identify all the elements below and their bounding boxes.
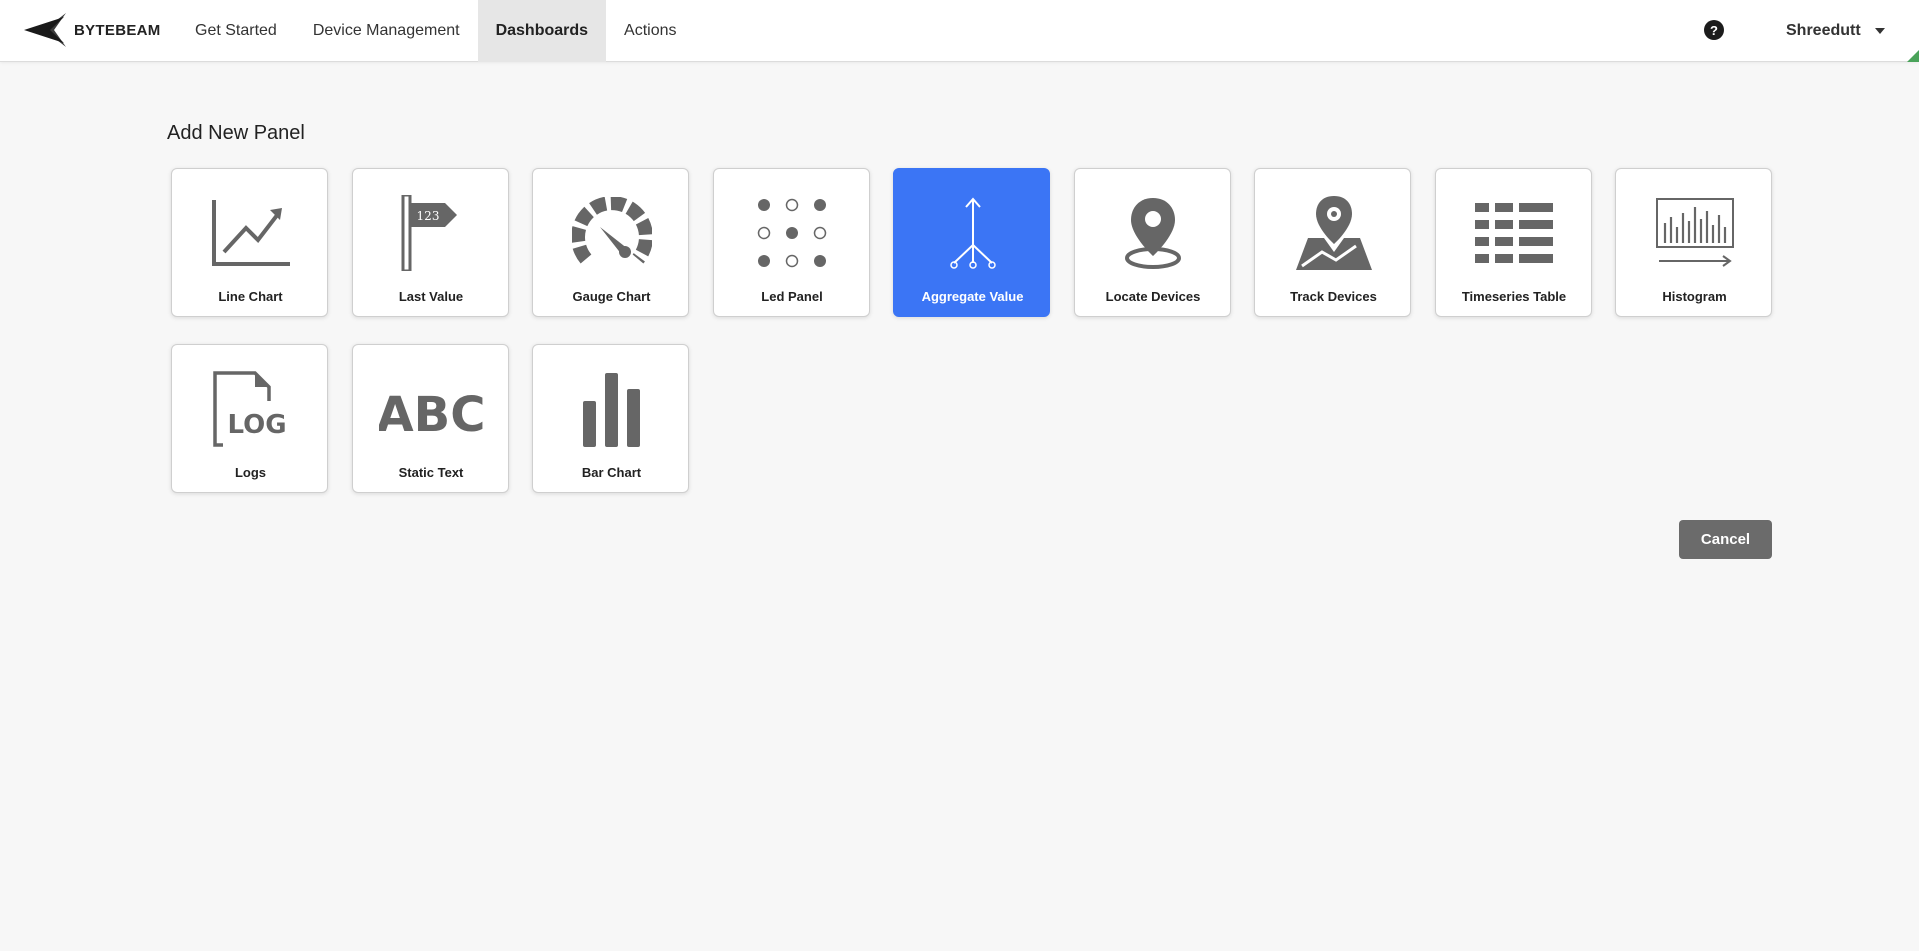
panel-card-histogram[interactable]: Histogram (1615, 168, 1772, 317)
panel-card-timeseries-table[interactable]: Timeseries Table (1434, 168, 1592, 317)
panel-label: Led Panel (761, 289, 823, 304)
user-name: Shreedutt (1786, 22, 1861, 39)
histogram-icon (1655, 198, 1734, 267)
top-navbar: BYTEBEAM Get Started Device Management D… (0, 0, 1919, 62)
map-route-icon (1295, 196, 1372, 270)
abc-text: ABC (379, 387, 483, 439)
user-menu[interactable]: Shreedutt (1786, 0, 1885, 62)
abc-text-icon: ABC (379, 387, 483, 439)
nav-get-started[interactable]: Get Started (177, 0, 295, 62)
brand-logo[interactable]: BYTEBEAM (24, 12, 161, 48)
panel-card-gauge-chart[interactable]: Gauge Chart (532, 168, 689, 317)
panel-label: Locate Devices (1105, 289, 1201, 304)
panel-card-line-chart[interactable]: Line Chart (171, 168, 328, 317)
panel-card-static-text[interactable]: ABC Static Text (351, 344, 509, 493)
help-glyph: ? (1710, 22, 1718, 38)
panel-label: Line Chart (218, 289, 283, 304)
cancel-button[interactable]: Cancel (1679, 520, 1772, 559)
main-nav: Get Started Device Management Dashboards… (177, 0, 695, 62)
panel-label: Static Text (398, 465, 464, 480)
flag-123-icon: 123 (401, 195, 457, 271)
question-circle-icon[interactable]: ? (1704, 20, 1724, 40)
panel-label: Aggregate Value (921, 289, 1024, 304)
map-pin-icon (1125, 198, 1181, 269)
panel-label: Timeseries Table (1461, 289, 1567, 304)
panel-label: Track Devices (1290, 289, 1377, 304)
log-text: LOG (227, 410, 286, 440)
table-icon (1475, 203, 1553, 263)
corner-accent (1907, 50, 1919, 62)
caret-down-icon (1874, 28, 1885, 34)
panel-card-track-devices[interactable]: Track Devices (1254, 168, 1411, 317)
panel-card-locate-devices[interactable]: Locate Devices (1073, 168, 1231, 317)
bytebeam-arrow-icon (24, 13, 68, 47)
page-title: Add New Panel (167, 122, 305, 144)
panel-label: Logs (234, 465, 267, 480)
panel-label: Last Value (398, 289, 464, 304)
brand-name: BYTEBEAM (74, 21, 161, 39)
led-grid-icon (757, 198, 827, 268)
nav-device-management[interactable]: Device Management (295, 0, 478, 62)
panel-card-aggregate-value[interactable]: Aggregate Value (893, 168, 1050, 317)
flag-123-text: 123 (417, 209, 440, 223)
panel-label: Gauge Chart (572, 289, 651, 304)
nav-actions[interactable]: Actions (606, 0, 694, 62)
panel-card-last-value[interactable]: 123 Last Value (351, 168, 509, 317)
nav-dashboards[interactable]: Dashboards (477, 0, 607, 62)
line-chart-icon (211, 200, 290, 266)
panel-label: Histogram (1662, 289, 1727, 304)
panel-card-logs[interactable]: LOG Logs (171, 344, 328, 493)
panel-card-led-panel[interactable]: Led Panel (712, 168, 870, 317)
panel-label: Bar Chart (581, 465, 642, 480)
aggregate-tree-icon (949, 197, 996, 269)
bar-chart-icon (582, 373, 640, 447)
panel-card-bar-chart[interactable]: Bar Chart (532, 344, 689, 493)
log-file-icon: LOG (212, 371, 286, 447)
gauge-icon (571, 197, 652, 264)
panel-type-grid: Line Chart 123 Last Value Gauge Chart Le… (171, 168, 1781, 493)
